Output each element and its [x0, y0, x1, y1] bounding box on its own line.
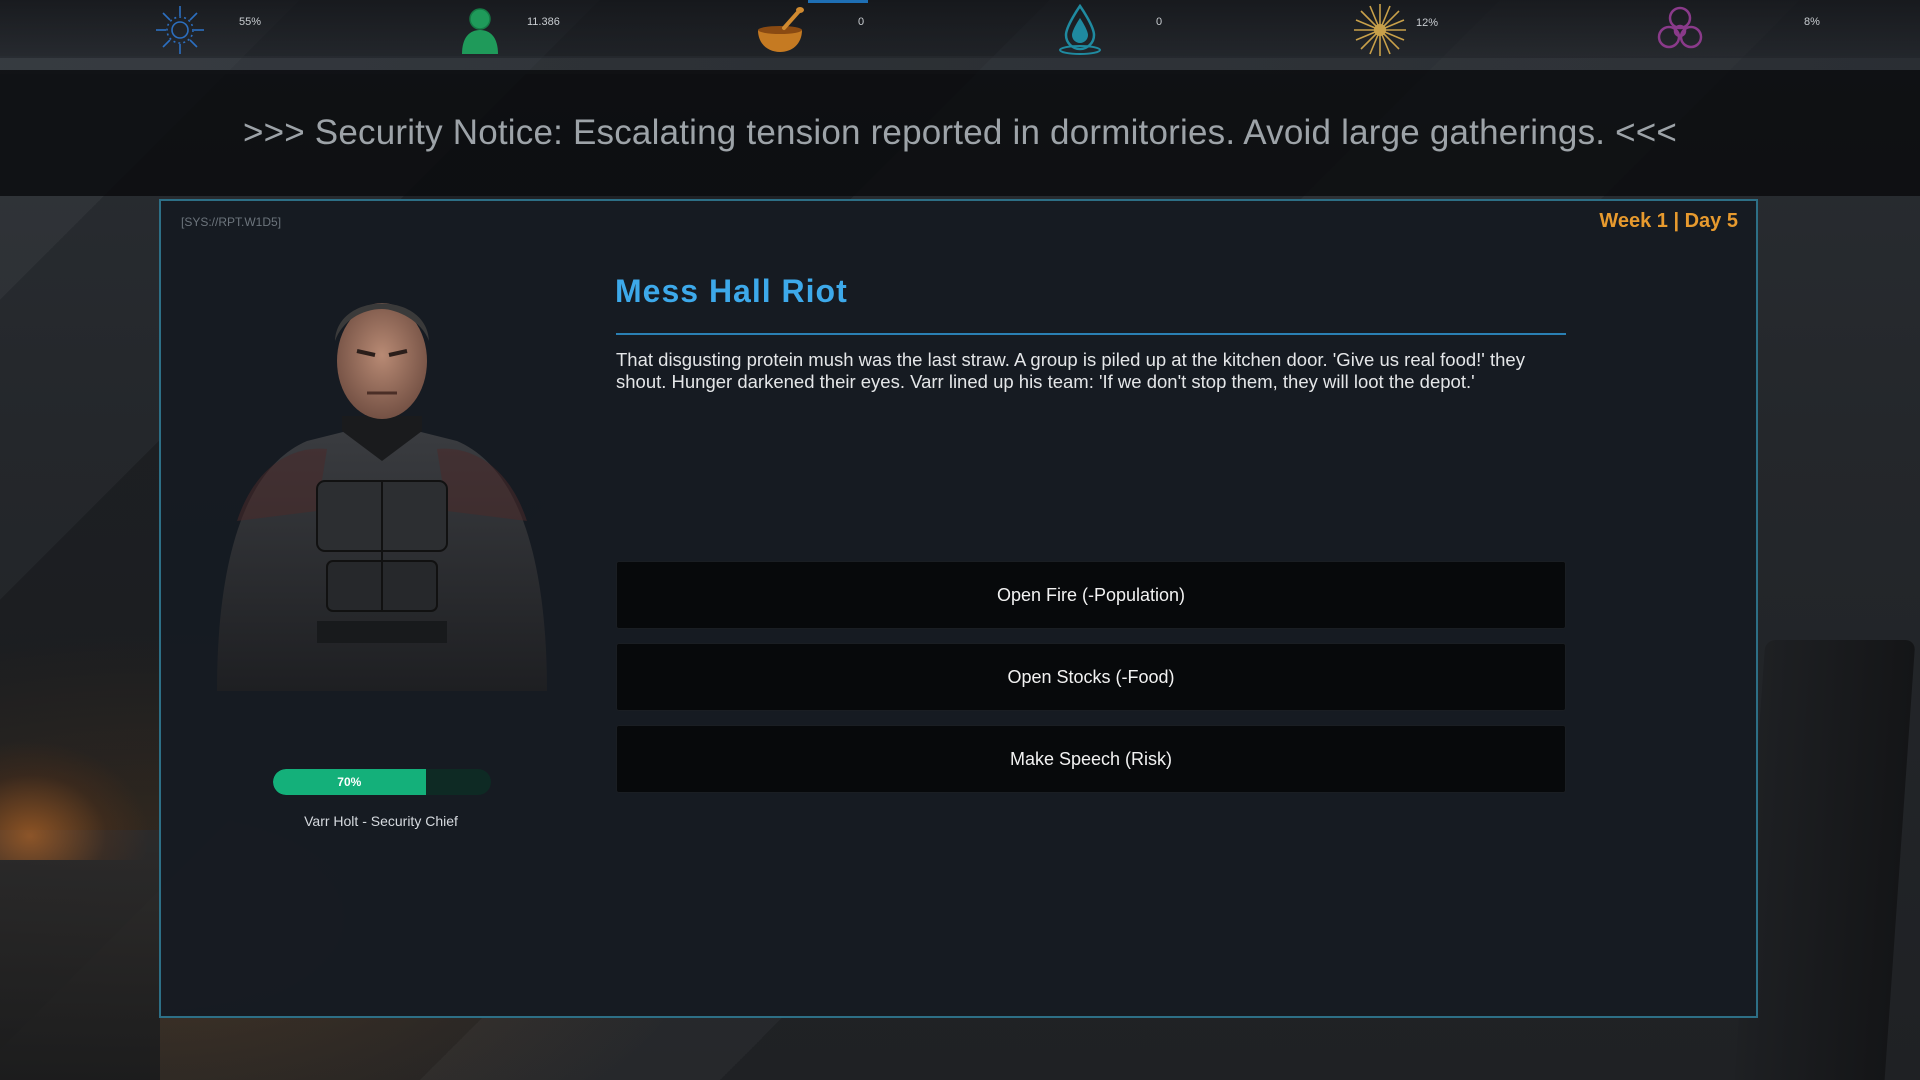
news-ticker: >>> Security Notice: Escalating tension … [0, 70, 1920, 196]
choice-make-speech-button[interactable]: Make Speech (Risk) [616, 725, 1566, 793]
choice-open-stocks-button[interactable]: Open Stocks (-Food) [616, 643, 1566, 711]
population-icon [462, 8, 498, 54]
background-chair [1734, 640, 1916, 1080]
week-day-label: Week 1 | Day 5 [1599, 210, 1738, 232]
resource-value: 55% [239, 16, 262, 28]
resource-bar: 55% 11.386 0 0 12% 8% [0, 0, 1920, 58]
fireplace-glow [0, 740, 150, 860]
active-tab-indicator [808, 0, 868, 3]
choice-open-fire-button[interactable]: Open Fire (-Population) [616, 561, 1566, 629]
ticker-text: >>> Security Notice: Escalating tension … [242, 113, 1678, 152]
approval-bar: 70% [273, 769, 491, 795]
resource-value: 11.386 [527, 16, 560, 28]
resource-value: 0 [1156, 16, 1163, 28]
character-name: Varr Holt - Security Chief [304, 813, 458, 829]
event-title: Mess Hall Riot [615, 273, 848, 309]
approval-label: 70% [337, 775, 362, 789]
event-description: That disgusting protein mush was the las… [616, 349, 1525, 392]
food-bowl-icon [758, 7, 804, 52]
character-portrait [217, 303, 547, 691]
biohazard-icon [1657, 6, 1703, 49]
resource-value: 8% [1804, 16, 1820, 28]
resource-value: 12% [1416, 17, 1439, 29]
sun-shield-icon [156, 6, 204, 54]
energy-burst-icon [1354, 4, 1406, 56]
event-panel: [SYS://RPT.W1D5] Week 1 | Day 5 70% Varr… [159, 199, 1758, 1018]
water-drop-icon [1059, 4, 1101, 55]
resource-value: 0 [858, 16, 865, 28]
report-code: [SYS://RPT.W1D5] [181, 215, 282, 229]
approval-bar-fill: 70% [273, 769, 426, 795]
background-shelf [0, 830, 160, 1080]
title-divider [616, 333, 1566, 335]
